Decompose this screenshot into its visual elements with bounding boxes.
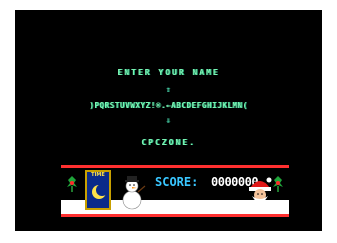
time-label: TIME (91, 172, 105, 178)
arrow-up-icon: ⇧ (165, 85, 172, 94)
holly-icon (273, 176, 283, 192)
character-selector[interactable]: )PQRSTUVWXYZ!®.←ABCDEFGHIJKLMN( (15, 101, 322, 110)
arrow-down-icon: ⇩ (165, 116, 172, 125)
santa-icon (249, 177, 272, 203)
score-label: SCORE: (155, 175, 199, 189)
time-box: TIME (85, 170, 111, 210)
status-bar: TIME SCORE: 0000000 (61, 165, 289, 217)
name-entry-field[interactable]: CPCZONE. (15, 138, 322, 147)
game-screen: ENTER YOUR NAME ⇧ )PQRSTUVWXYZ!®.←ABCDEF… (15, 10, 322, 231)
snowman-icon (122, 176, 146, 210)
enter-name-prompt: ENTER YOUR NAME (117, 68, 220, 77)
moon-icon (92, 184, 107, 199)
holly-icon (67, 176, 77, 192)
